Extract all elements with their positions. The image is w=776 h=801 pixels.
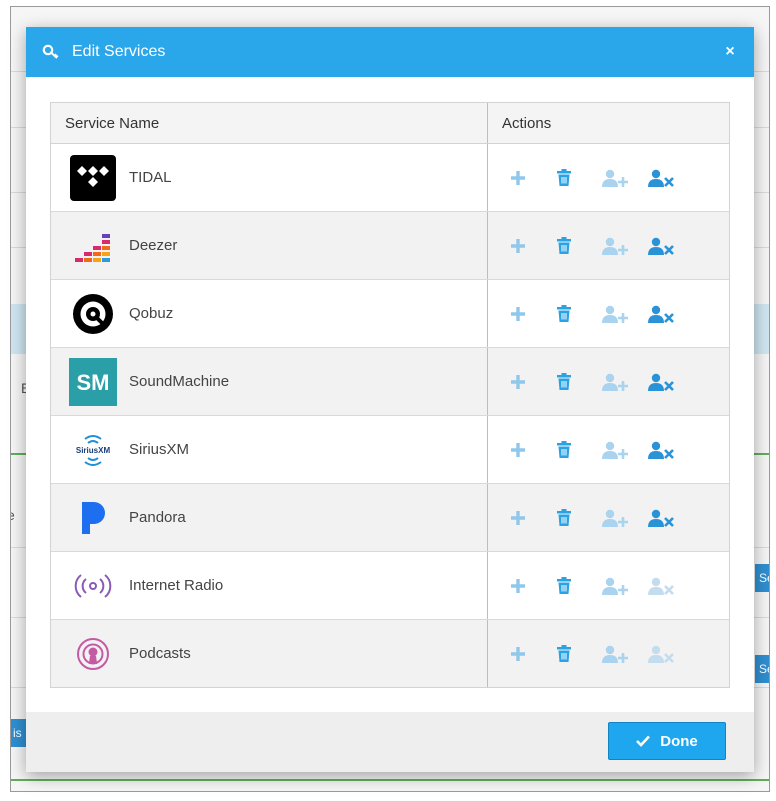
user-add-icon[interactable]	[602, 642, 648, 666]
close-icon[interactable]: ×	[722, 43, 738, 61]
table-row: Podcasts	[51, 619, 729, 687]
done-button-label: Done	[660, 732, 698, 750]
trash-icon[interactable]	[556, 370, 602, 394]
add-icon[interactable]	[510, 302, 556, 326]
bg-green-rule	[11, 779, 769, 781]
user-remove-icon[interactable]	[648, 234, 694, 258]
actions-cell	[487, 551, 729, 620]
done-button[interactable]: Done	[608, 722, 726, 760]
trash-icon[interactable]	[556, 302, 602, 326]
service-name: Pandora	[129, 509, 186, 526]
service-name-cell: Podcasts	[51, 619, 488, 687]
modal-title: Edit Services	[72, 43, 166, 60]
column-header-actions: Actions	[487, 103, 729, 144]
siriusxm-logo-icon: SiriusXM	[69, 426, 117, 474]
bg-button-fragment[interactable]: is	[11, 719, 27, 747]
actions-cell	[487, 415, 729, 484]
user-remove-icon[interactable]	[648, 166, 694, 190]
svg-text:SiriusXM: SiriusXM	[76, 446, 111, 455]
user-remove-icon	[648, 642, 694, 666]
user-remove-icon[interactable]	[648, 438, 694, 462]
user-add-icon[interactable]	[602, 370, 648, 394]
service-name: Podcasts	[129, 645, 191, 662]
tidal-logo-icon	[69, 154, 117, 202]
table-row: Qobuz	[51, 279, 729, 348]
user-remove-icon	[648, 574, 694, 598]
deezer-logo-icon	[69, 222, 117, 270]
add-icon[interactable]	[510, 642, 556, 666]
user-add-icon[interactable]	[602, 234, 648, 258]
key-icon	[42, 44, 59, 59]
bg-button-fragment[interactable]: Se	[755, 564, 769, 592]
actions-cell	[487, 347, 729, 416]
user-remove-icon[interactable]	[648, 370, 694, 394]
user-add-icon[interactable]	[602, 506, 648, 530]
service-name: SoundMachine	[129, 373, 230, 390]
service-name-cell: Pandora	[51, 483, 488, 552]
checkmark-icon	[636, 735, 651, 747]
service-name-cell: Deezer	[51, 211, 488, 280]
service-name-cell: Internet Radio	[51, 551, 488, 620]
user-add-icon[interactable]	[602, 302, 648, 326]
user-add-icon[interactable]	[602, 438, 648, 462]
modal-header: Edit Services ×	[26, 27, 754, 77]
service-name: Deezer	[129, 237, 178, 254]
edit-services-modal: Edit Services × Service Name Actions TID…	[26, 27, 754, 772]
qobuz-logo-icon	[69, 290, 117, 338]
add-icon[interactable]	[510, 506, 556, 530]
table-header-row: Service Name Actions	[51, 103, 729, 144]
actions-cell	[487, 211, 729, 280]
user-remove-icon[interactable]	[648, 302, 694, 326]
add-icon[interactable]	[510, 438, 556, 462]
service-name-cell: SM SoundMachine	[51, 347, 488, 416]
svg-text:SM: SM	[77, 370, 110, 395]
add-icon[interactable]	[510, 234, 556, 258]
actions-cell	[487, 619, 729, 687]
bg-text-fragment: e	[11, 507, 15, 523]
actions-cell	[487, 143, 729, 212]
actions-cell	[487, 279, 729, 348]
service-name: Internet Radio	[129, 577, 224, 594]
trash-icon[interactable]	[556, 642, 602, 666]
service-name-cell: TIDAL	[51, 143, 488, 212]
actions-cell	[487, 483, 729, 552]
table-row: TIDAL	[51, 143, 729, 212]
column-header-service-name: Service Name	[51, 103, 488, 144]
trash-icon[interactable]	[556, 506, 602, 530]
add-icon[interactable]	[510, 370, 556, 394]
services-table: Service Name Actions TIDAL Deezer Qobuz SM S…	[50, 102, 730, 688]
table-row: SM SoundMachine	[51, 347, 729, 416]
table-row: SiriusXM SiriusXM	[51, 415, 729, 484]
trash-icon[interactable]	[556, 438, 602, 462]
podcasts-icon	[69, 630, 117, 678]
modal-footer: Done	[26, 712, 754, 772]
internet-radio-icon	[69, 562, 117, 610]
table-row: Internet Radio	[51, 551, 729, 620]
trash-icon[interactable]	[556, 166, 602, 190]
service-name-cell: Qobuz	[51, 279, 488, 348]
add-icon[interactable]	[510, 166, 556, 190]
service-name: SiriusXM	[129, 441, 190, 458]
user-add-icon[interactable]	[602, 574, 648, 598]
service-name: Qobuz	[129, 305, 174, 322]
trash-icon[interactable]	[556, 234, 602, 258]
table-row: Pandora	[51, 483, 729, 552]
service-name-cell: SiriusXM SiriusXM	[51, 415, 488, 484]
pandora-logo-icon	[69, 494, 117, 542]
user-add-icon[interactable]	[602, 166, 648, 190]
user-remove-icon[interactable]	[648, 506, 694, 530]
service-name: TIDAL	[129, 169, 172, 186]
table-row: Deezer	[51, 211, 729, 280]
soundmachine-logo-icon: SM	[69, 357, 117, 406]
bg-button-fragment[interactable]: Se	[755, 655, 769, 683]
trash-icon[interactable]	[556, 574, 602, 598]
add-icon[interactable]	[510, 574, 556, 598]
